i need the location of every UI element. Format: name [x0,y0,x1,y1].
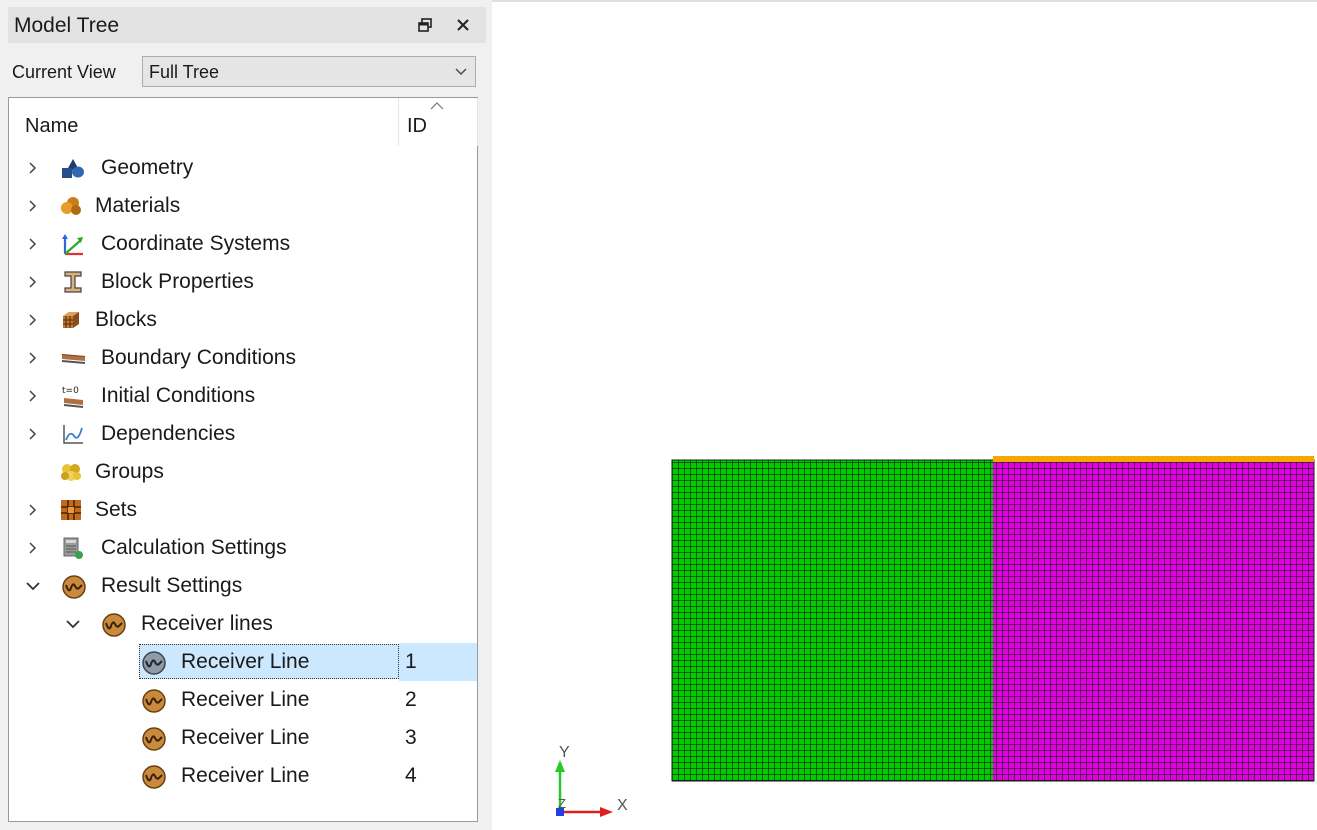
tree-item-label: Boundary Conditions [101,346,296,369]
tree-item-label: Receiver lines [141,612,273,635]
geometry-icon [61,156,85,180]
tree-item-label: Blocks [95,308,157,331]
block-properties-icon [61,270,85,294]
tree-item-groups[interactable]: Groups [9,453,477,491]
current-view-row: Current View Full Tree [12,56,480,89]
mesh-left-block[interactable] [672,460,993,781]
tree-item-receiver-line-2[interactable]: Receiver Line 2 [9,681,477,719]
restore-window-icon[interactable] [412,12,438,38]
axis-triad: Y X Z [555,744,628,817]
column-header-name[interactable]: Name [25,115,78,138]
chevron-right-icon[interactable] [23,310,43,330]
column-divider[interactable] [477,98,478,146]
groups-icon [59,460,83,484]
boundary-conditions-icon [61,346,85,370]
3d-viewport[interactable]: Y X Z [492,0,1317,830]
result-settings-icon [61,574,86,599]
panel-title: Model Tree [14,14,120,37]
model-tree-panel: Model Tree Current View Full Tree Name I… [0,0,492,830]
materials-icon [59,194,83,218]
tree-item-id: 4 [405,764,417,787]
axis-x-label: X [617,797,628,814]
tree-item-label: Initial Conditions [101,384,256,407]
current-view-label: Current View [12,62,116,82]
tree-item-label: Groups [95,460,164,483]
current-view-value: Full Tree [149,62,220,82]
tree-item-blocks[interactable]: Blocks [9,301,477,339]
initial-conditions-icon: t=0 [61,384,85,408]
tree-item-dependencies[interactable]: Dependencies [9,415,477,453]
sort-ascending-icon [429,98,445,116]
tree-item-label: Receiver Line [181,650,310,673]
axis-z-label: Z [558,796,566,811]
tree-item-label: Calculation Settings [101,536,287,559]
receiver-lines-icon [101,612,126,637]
tree-item-result-settings[interactable]: Result Settings [9,567,477,605]
chevron-right-icon[interactable] [23,424,43,444]
tree-item-geometry[interactable]: Geometry [9,149,477,187]
chevron-down-icon[interactable] [23,576,43,596]
mesh-right-block[interactable] [993,460,1314,781]
tree-item-calculation-settings[interactable]: Calculation Settings [9,529,477,567]
tree-item-boundary-conditions[interactable]: Boundary Conditions [9,339,477,377]
tree-item-id: 3 [405,726,417,749]
tree-item-label: Receiver Line [181,726,310,749]
model-tree: Name ID Geometry Materials Coordinate Sy… [8,97,478,822]
receiver-line-icon [141,650,166,675]
tree-item-sets[interactable]: Sets [9,491,477,529]
chevron-right-icon[interactable] [23,348,43,368]
tree-item-label: Receiver Line [181,688,310,711]
chevron-right-icon[interactable] [23,500,43,520]
calculation-settings-icon [61,536,85,560]
blocks-icon [59,308,83,332]
tree-item-receiver-line-3[interactable]: Receiver Line 3 [9,719,477,757]
chevron-right-icon[interactable] [23,272,43,292]
panel-titlebar: Model Tree [8,7,486,43]
tree-item-id: 1 [405,650,417,673]
chevron-right-icon[interactable] [23,196,43,216]
receiver-line-icon [141,688,166,713]
tree-item-block-properties[interactable]: Block Properties [9,263,477,301]
chevron-down-icon [453,63,469,84]
chevron-right-icon[interactable] [23,538,43,558]
tree-item-label: Result Settings [101,574,243,597]
chevron-down-icon[interactable] [63,614,83,634]
tree-item-label: Receiver Line [181,764,310,787]
column-divider[interactable] [398,98,399,146]
tree-item-coordinate-systems[interactable]: Coordinate Systems [9,225,477,263]
tree-item-initial-conditions[interactable]: t=0 Initial Conditions [9,377,477,415]
current-view-dropdown[interactable]: Full Tree [142,56,476,87]
tree-item-receiver-line-1[interactable]: Receiver Line 1 [9,643,477,681]
tree-item-label: Geometry [101,156,194,179]
chevron-right-icon[interactable] [23,386,43,406]
receiver-line-icon [141,726,166,751]
close-icon[interactable] [450,12,476,38]
tree-item-id: 2 [405,688,417,711]
sets-icon [59,498,83,522]
dependencies-icon [61,422,85,446]
tree-item-receiver-line-4[interactable]: Receiver Line 4 [9,757,477,795]
column-header-id[interactable]: ID [407,115,427,138]
tree-item-label: Dependencies [101,422,236,445]
coordinate-systems-icon [61,232,85,256]
tree-item-label: Sets [95,498,138,521]
tree-item-materials[interactable]: Materials [9,187,477,225]
receiver-line-icon [141,764,166,789]
svg-text:t=0: t=0 [62,386,79,396]
chevron-right-icon[interactable] [23,234,43,254]
tree-item-label: Materials [95,194,181,217]
tree-item-label: Coordinate Systems [101,232,291,255]
tree-item-label: Block Properties [101,270,254,293]
tree-item-receiver-lines[interactable]: Receiver lines [9,605,477,643]
axis-y-label: Y [559,744,570,761]
chevron-right-icon[interactable] [23,158,43,178]
